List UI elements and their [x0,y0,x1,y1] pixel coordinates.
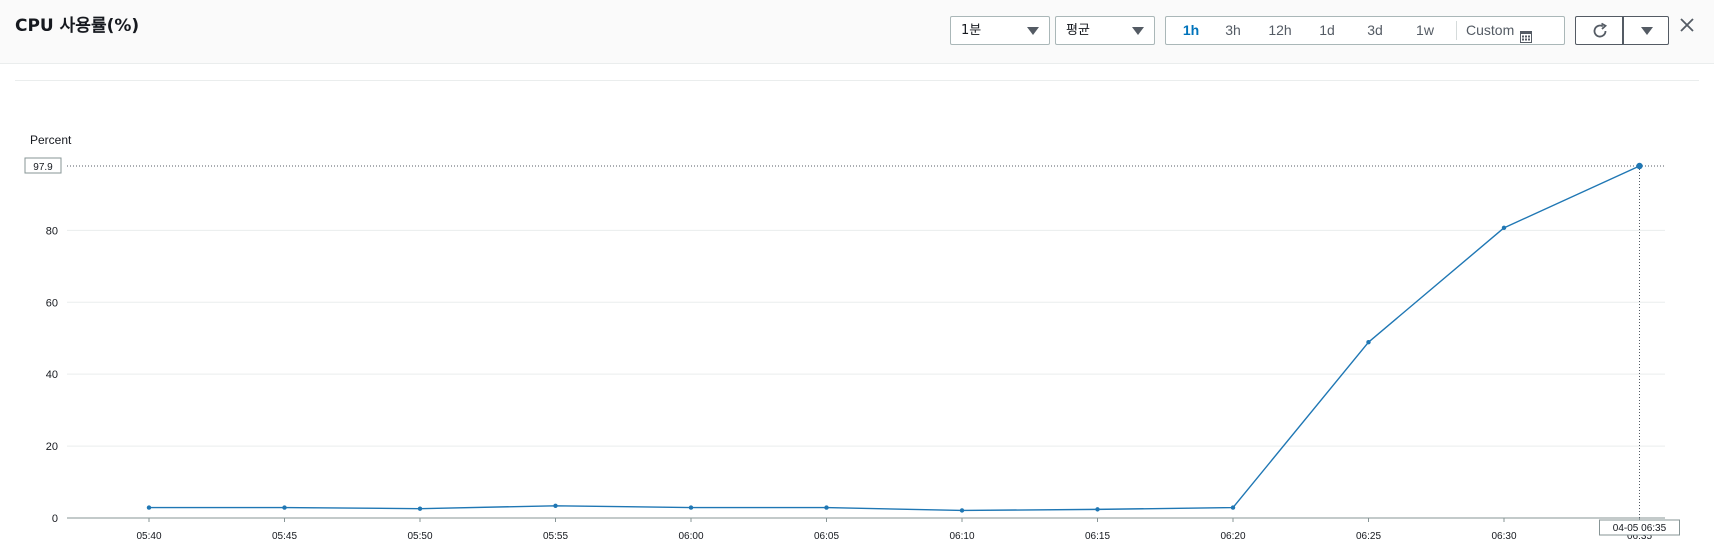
data-point [1636,162,1643,170]
y-tick-label: 60 [46,297,58,309]
y-tick-label: 0 [52,513,58,525]
data-point [146,505,152,510]
x-tick-label: 06:10 [949,531,974,542]
data-point [824,505,829,510]
x-tick-label: 06:25 [1356,531,1381,542]
x-tick-label: 05:55 [543,531,568,542]
x-tick-label: 06:05 [814,531,839,542]
data-point [417,506,423,511]
hover-x-label: 04-05 06:35 [1613,523,1667,534]
x-tick-label: 05:40 [136,531,161,542]
data-point [1095,507,1100,512]
data-point [688,505,694,510]
data-point [282,505,287,510]
data-point [1230,505,1236,510]
highlight-y-label: 97.9 [33,162,53,173]
cpu-line-chart: Percent 0 20 40 60 80 05:40 05:45 05:50 05:55 06:0… [24,133,1680,542]
series-line [149,165,1640,512]
x-tick-label: 06:20 [1220,531,1245,542]
y-tick-label: 80 [46,225,58,237]
x-tick-label: 06:15 [1085,531,1110,542]
data-point [1501,225,1507,231]
data-point [959,508,965,513]
y-tick-label: 20 [46,441,58,453]
data-point [1366,339,1371,345]
x-tick-label: 06:00 [678,531,703,542]
y-axis-label: Percent [30,133,72,147]
y-tick-label: 40 [46,369,58,381]
chart-area: Percent 0 20 40 60 80 05:40 05:45 05:50 05:55 06:0… [0,0,1714,548]
x-tick-label: 05:45 [272,531,297,542]
data-point [553,503,558,508]
x-tick-label: 06:30 [1491,531,1516,542]
x-tick-label: 05:50 [407,531,432,542]
